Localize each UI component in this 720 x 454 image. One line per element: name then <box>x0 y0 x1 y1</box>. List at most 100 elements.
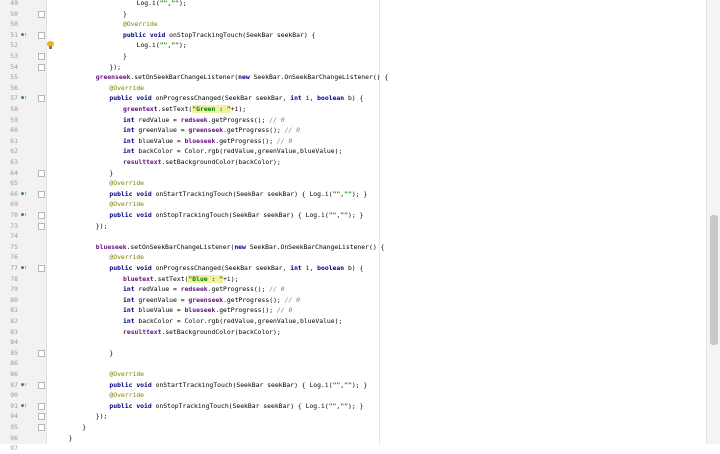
code-line[interactable]: 56 @Override <box>0 83 720 94</box>
code-text[interactable]: bluetext.setText("Blue : "+i); <box>123 274 238 285</box>
fold-toggle-icon[interactable] <box>38 53 45 60</box>
code-text[interactable]: public void onStartTrackingTouch(SeekBar… <box>109 380 367 391</box>
code-text[interactable]: } <box>69 433 73 444</box>
fold-toggle-icon[interactable] <box>38 402 45 410</box>
fold-toggle-icon[interactable] <box>38 212 45 219</box>
code-line[interactable]: 70 ●↑ public void onStopTrackingTouch(Seek… <box>0 210 720 221</box>
code-line[interactable]: 96} <box>0 433 720 444</box>
code-text[interactable]: @Override <box>109 83 144 94</box>
code-line[interactable]: 57 ●↑ public void onProgressChanged(SeekBa… <box>0 93 720 104</box>
override-marker-icon[interactable]: ●↑ <box>20 31 28 39</box>
code-line[interactable]: 59 int redValue = redseek.getProgress(); … <box>0 115 720 126</box>
code-text[interactable]: @Override <box>109 199 144 210</box>
code-line[interactable]: 76 @Override <box>0 252 720 263</box>
code-text[interactable]: }); <box>96 411 108 422</box>
code-line[interactable]: 81 int blueValue = blueseek.getProgress()… <box>0 305 720 316</box>
code-line[interactable]: 50} <box>0 9 720 20</box>
code-text[interactable]: @Override <box>123 19 158 30</box>
code-line[interactable]: 69 @Override <box>0 199 720 210</box>
fold-toggle-icon[interactable] <box>38 190 45 198</box>
code-text[interactable]: int blueValue = blueseek.getProgress(); … <box>123 305 292 316</box>
code-text[interactable]: int greenValue = greenseek.getProgress()… <box>123 125 300 136</box>
code-line[interactable]: 66 ●↑ public void onStartTrackingTouch(See… <box>0 189 720 200</box>
code-text[interactable]: @Override <box>109 252 144 263</box>
code-line[interactable]: 86 @Override <box>0 369 720 380</box>
code-line[interactable]: 78 bluetext.setText("Blue : "+i); <box>0 274 720 285</box>
code-line[interactable]: 86 <box>0 358 720 369</box>
code-line[interactable]: 55 greenseek.setOnSeekBarChangeListener(n… <box>0 72 720 83</box>
code-text[interactable]: }); <box>96 221 108 232</box>
code-text[interactable]: int greenValue = greenseek.getProgress()… <box>123 295 300 306</box>
code-line[interactable]: 90 @Override <box>0 390 720 401</box>
code-text[interactable]: }); <box>109 62 121 73</box>
override-marker-icon[interactable]: ●↑ <box>20 94 28 102</box>
fold-toggle-icon[interactable] <box>38 265 45 272</box>
code-line[interactable]: 85} <box>0 348 720 359</box>
code-line[interactable]: 50 @Override <box>0 19 720 30</box>
code-line[interactable]: 63 resulttext.setBackgroundColor(backColo… <box>0 157 720 168</box>
code-line[interactable]: 84 <box>0 337 720 348</box>
code-line[interactable]: 62 int backColor = Color.rgb(redValue,gre… <box>0 146 720 157</box>
code-text[interactable]: blueseek.setOnSeekBarChangeListener(new … <box>96 242 385 253</box>
code-text[interactable]: @Override <box>109 390 144 401</box>
fold-toggle-icon[interactable] <box>38 381 45 389</box>
code-text[interactable]: int blueValue = blueseek.getProgress(); … <box>123 136 292 147</box>
code-text[interactable]: public void onProgressChanged(SeekBar se… <box>109 263 363 274</box>
code-text[interactable]: int backColor = Color.rgb(redValue,green… <box>123 316 342 327</box>
code-text[interactable]: } <box>109 348 113 359</box>
code-line[interactable]: 83 resulttext.setBackgroundColor(backColo… <box>0 327 720 338</box>
code-line[interactable]: 95} <box>0 422 720 433</box>
fold-toggle-icon[interactable] <box>38 424 45 431</box>
code-text[interactable]: public void onStopTrackingTouch(SeekBar … <box>109 401 363 412</box>
override-marker-icon[interactable]: ●↑ <box>20 264 28 272</box>
code-text[interactable]: } <box>123 51 127 62</box>
code-line[interactable]: 51 ●↑ public void onStopTrackingTouch(Seek… <box>0 30 720 41</box>
code-text[interactable]: public void onStopTrackingTouch(SeekBar … <box>123 30 315 41</box>
code-text[interactable]: resulttext.setBackgroundColor(backColor)… <box>123 327 281 338</box>
fold-toggle-icon[interactable] <box>38 31 45 39</box>
code-text[interactable]: public void onStartTrackingTouch(SeekBar… <box>109 189 367 200</box>
code-text[interactable]: int redValue = redseek.getProgress(); //… <box>123 284 285 295</box>
code-line[interactable]: 77 ●↑ public void onProgressChanged(SeekBa… <box>0 263 720 274</box>
code-text[interactable]: } <box>109 168 113 179</box>
fold-toggle-icon[interactable] <box>38 222 45 230</box>
code-editor[interactable]: 49 Log.i("",""); 50} 50 @Override 51 ●↑ public … <box>0 0 720 452</box>
fold-toggle-icon[interactable] <box>38 349 45 357</box>
code-line[interactable]: 49 Log.i("",""); <box>0 0 720 9</box>
code-line[interactable]: 53} <box>0 51 720 62</box>
override-marker-icon[interactable]: ●↑ <box>20 190 28 198</box>
code-line[interactable]: 94}); <box>0 411 720 422</box>
code-line[interactable]: 61 int blueValue = blueseek.getProgress()… <box>0 136 720 147</box>
code-line[interactable]: 52 Log.i("",""); <box>0 40 720 51</box>
code-text[interactable]: Log.i("",""); <box>137 40 187 51</box>
code-text[interactable]: int backColor = Color.rgb(redValue,green… <box>123 146 342 157</box>
scrollbar-thumb[interactable] <box>710 215 718 345</box>
code-line[interactable]: 91 ●↑ public void onStopTrackingTouch(Seek… <box>0 401 720 412</box>
lightbulb-icon[interactable] <box>47 41 54 50</box>
code-text[interactable]: } <box>82 422 86 433</box>
code-line[interactable]: 80 int greenValue = greenseek.getProgress… <box>0 295 720 306</box>
code-line[interactable]: 74 <box>0 231 720 242</box>
code-text[interactable]: @Override <box>109 369 144 380</box>
fold-toggle-icon[interactable] <box>38 10 45 18</box>
code-line[interactable]: 87 ●↑ public void onStartTrackingTouch(See… <box>0 380 720 391</box>
code-text[interactable]: @Override <box>109 178 144 189</box>
code-line[interactable]: 73}); <box>0 221 720 232</box>
code-line[interactable]: 82 int backColor = Color.rgb(redValue,gre… <box>0 316 720 327</box>
code-line[interactable]: 60 int greenValue = greenseek.getProgress… <box>0 125 720 136</box>
code-line[interactable]: 97 <box>0 443 720 454</box>
override-marker-icon[interactable]: ●↑ <box>20 402 28 410</box>
code-text[interactable]: greentext.setText("Green : "+i); <box>123 104 246 115</box>
fold-toggle-icon[interactable] <box>38 63 45 71</box>
code-text[interactable]: public void onProgressChanged(SeekBar se… <box>109 93 363 104</box>
code-text[interactable]: } <box>123 9 127 20</box>
fold-toggle-icon[interactable] <box>38 95 45 103</box>
code-text[interactable]: int redValue = redseek.getProgress(); //… <box>123 115 285 126</box>
code-line[interactable]: 64} <box>0 168 720 179</box>
code-line[interactable]: 79 int redValue = redseek.getProgress(); … <box>0 284 720 295</box>
code-text[interactable]: public void onStopTrackingTouch(SeekBar … <box>109 210 363 221</box>
code-line[interactable]: 54}); <box>0 62 720 73</box>
fold-toggle-icon[interactable] <box>38 413 45 421</box>
code-text[interactable]: greenseek.setOnSeekBarChangeListener(new… <box>96 72 388 83</box>
code-text[interactable]: Log.i("",""); <box>137 0 187 9</box>
